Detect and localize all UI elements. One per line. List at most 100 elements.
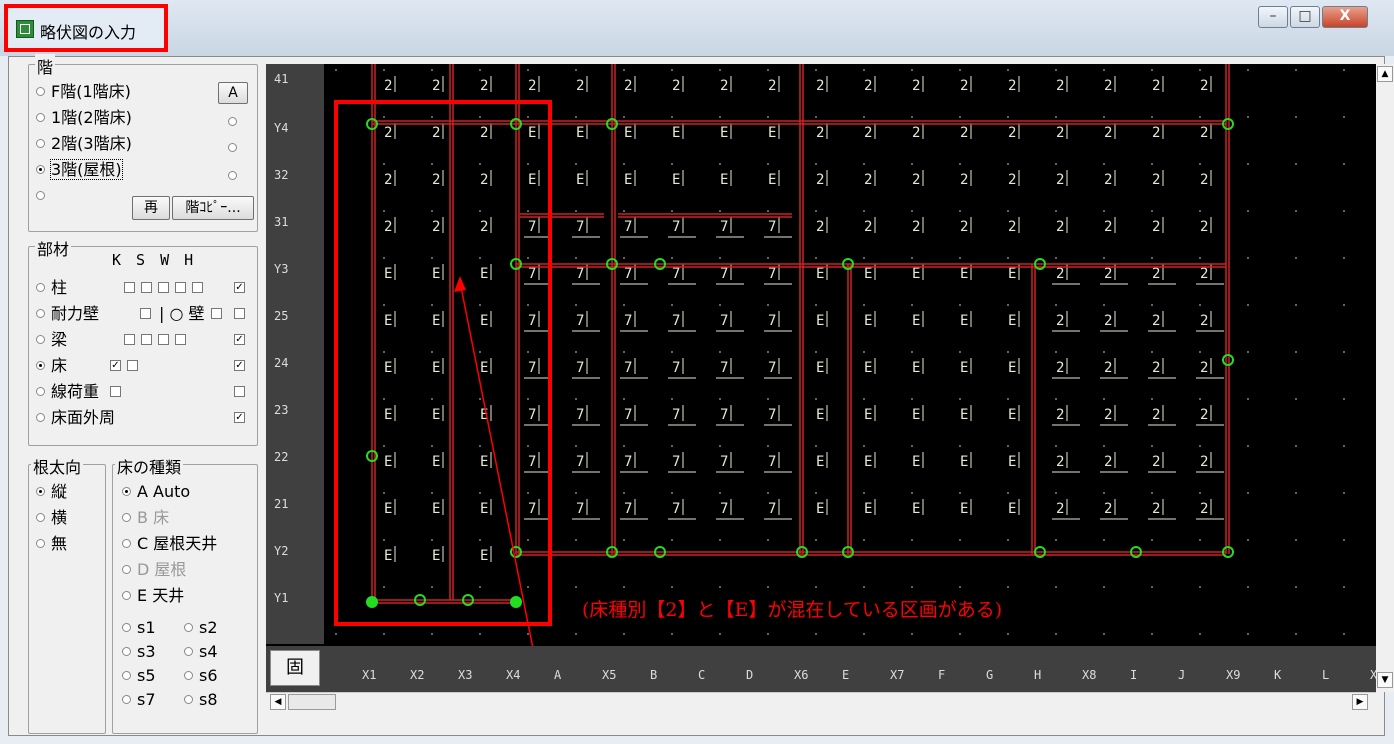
floor-cell-label: 2 (432, 125, 440, 141)
checkbox[interactable] (158, 282, 169, 293)
minimize-button[interactable]: – (1258, 6, 1288, 28)
member-row-4[interactable]: 線荷重 (36, 382, 245, 402)
scroll-thumb[interactable] (288, 694, 336, 710)
s-option-s6[interactable]: s6 (184, 666, 218, 686)
radio-dot[interactable] (184, 695, 193, 704)
s-option-s1[interactable]: s1 (122, 618, 156, 638)
checkbox[interactable] (234, 360, 245, 371)
member-row-5[interactable]: 床面外周 (36, 408, 245, 428)
vertical-scrollbar[interactable]: ▲ ▼ (1376, 64, 1394, 692)
joist-option-2[interactable]: 無 (36, 534, 67, 554)
floor-side-radio-3[interactable] (228, 166, 243, 186)
member-row-0[interactable]: 柱 (36, 278, 245, 298)
radio-dot[interactable] (36, 139, 45, 148)
floor-type-option-1[interactable]: B 床 (122, 508, 169, 528)
member-row-3[interactable]: 床 (36, 356, 245, 376)
joist-option-0[interactable]: 縦 (36, 482, 67, 502)
checkbox[interactable] (158, 334, 169, 345)
checkbox[interactable] (234, 334, 245, 345)
radio-dot[interactable] (36, 283, 45, 292)
floor-type-option-2[interactable]: C 屋根天井 (122, 534, 217, 554)
member-h-check[interactable] (234, 356, 245, 376)
checkbox[interactable] (210, 308, 222, 319)
radio-dot[interactable] (122, 513, 131, 522)
member-h-check[interactable] (234, 304, 245, 324)
member-row-2[interactable]: 梁 (36, 330, 245, 350)
redo-button[interactable]: 再 (132, 196, 170, 220)
s-option-s8[interactable]: s8 (184, 690, 218, 710)
radio-dot[interactable] (36, 113, 45, 122)
checkbox[interactable] (124, 334, 135, 345)
maximize-button[interactable]: □ (1290, 6, 1320, 28)
member-h-check[interactable] (234, 382, 245, 402)
joist-option-1[interactable]: 横 (36, 508, 67, 528)
checkbox[interactable] (175, 334, 186, 345)
floor-plan-svg[interactable]: 2 2 2 2 2 2 2 2 2 2 2 2 2 2 2 2 2 22 2 2 E E E E E E 2 2 2 2 2 2 2 2 22 2 2 E… (266, 64, 1393, 744)
checkbox[interactable] (110, 386, 121, 397)
fix-button[interactable]: 固 (270, 650, 320, 686)
member-h-check[interactable] (234, 408, 245, 428)
drawing-canvas[interactable]: 222222222222222222222EEEEEE222222222222E… (266, 64, 1393, 744)
floor-a-button[interactable]: A (218, 82, 248, 104)
s-option-s7[interactable]: s7 (122, 690, 156, 710)
s-option-s3[interactable]: s3 (122, 642, 156, 662)
radio-dot[interactable] (122, 695, 131, 704)
horizontal-scrollbar[interactable]: ◀ ▶ (266, 692, 1376, 712)
radio-dot[interactable] (122, 591, 131, 600)
floor-option-1[interactable]: 1階(2階床) (36, 108, 132, 128)
floor-option-0[interactable]: F階(1階床) (36, 82, 131, 102)
radio-dot[interactable] (122, 647, 131, 656)
s-option-s2[interactable]: s2 (184, 618, 218, 638)
radio-dot[interactable] (36, 539, 45, 548)
checkbox[interactable] (140, 308, 151, 319)
floor-option-2[interactable]: 2階(3階床) (36, 134, 132, 154)
close-button[interactable]: X (1322, 6, 1368, 28)
radio-dot[interactable] (36, 335, 45, 344)
floor-option-3[interactable]: 3階(屋根) (36, 159, 123, 180)
scroll-up-arrow[interactable]: ▲ (1377, 66, 1393, 82)
radio-dot[interactable] (184, 647, 193, 656)
checkbox[interactable] (124, 282, 135, 293)
radio-dot[interactable] (36, 165, 45, 174)
radio-dot[interactable] (122, 565, 131, 574)
checkbox[interactable] (234, 282, 245, 293)
floor-option-4[interactable] (36, 186, 51, 206)
floor-side-radio-1[interactable] (228, 112, 243, 132)
checkbox[interactable] (234, 386, 245, 397)
checkbox[interactable] (141, 282, 152, 293)
scroll-right-arrow[interactable]: ▶ (1352, 694, 1368, 710)
radio-dot[interactable] (36, 413, 45, 422)
radio-dot[interactable] (122, 671, 131, 680)
radio-dot[interactable] (36, 309, 45, 318)
radio-dot[interactable] (36, 513, 45, 522)
floor-side-radio-2[interactable] (228, 138, 243, 158)
radio-dot[interactable] (36, 387, 45, 396)
radio-dot[interactable] (36, 87, 45, 96)
radio-dot[interactable] (36, 361, 45, 370)
radio-dot[interactable] (184, 623, 193, 632)
floor-type-option-3[interactable]: D 屋根 (122, 560, 186, 580)
radio-dot[interactable] (122, 539, 131, 548)
member-h-check[interactable] (234, 278, 245, 298)
floor-type-option-4[interactable]: E 天井 (122, 586, 184, 606)
checkbox[interactable] (234, 308, 245, 319)
member-row-1[interactable]: 耐力壁 | ○ 壁 (36, 304, 245, 324)
s-option-s4[interactable]: s4 (184, 642, 218, 662)
member-h-check[interactable] (234, 330, 245, 350)
radio-dot[interactable] (184, 671, 193, 680)
radio-dot[interactable] (36, 487, 45, 496)
floor-type-option-0[interactable]: A Auto (122, 482, 190, 502)
radio-dot[interactable] (122, 487, 131, 496)
scroll-left-arrow[interactable]: ◀ (270, 694, 286, 710)
checkbox[interactable] (192, 282, 203, 293)
scroll-down-arrow[interactable]: ▼ (1377, 672, 1393, 688)
checkbox[interactable] (127, 360, 138, 371)
radio-dot[interactable] (36, 191, 45, 200)
checkbox[interactable] (110, 360, 121, 371)
checkbox[interactable] (234, 412, 245, 423)
checkbox[interactable] (141, 334, 152, 345)
s-option-s5[interactable]: s5 (122, 666, 156, 686)
radio-dot[interactable] (122, 623, 131, 632)
floor-copy-button[interactable]: 階ｺﾋﾟｰ... (172, 196, 254, 220)
checkbox[interactable] (175, 282, 186, 293)
